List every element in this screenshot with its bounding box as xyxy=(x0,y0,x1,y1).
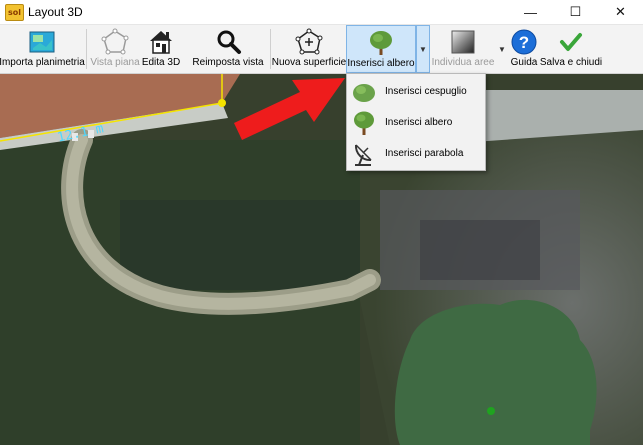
floor-plan-icon xyxy=(29,31,55,53)
import-plan-button[interactable]: Importa planimetria xyxy=(0,25,85,73)
checkmark-icon xyxy=(560,33,582,51)
new-surface-icon xyxy=(295,28,323,55)
plan-view-button[interactable]: Vista piana xyxy=(90,25,140,73)
identify-areas-button[interactable]: Individua aree xyxy=(432,25,494,73)
svg-text:?: ? xyxy=(519,33,529,52)
bush-icon xyxy=(353,83,375,102)
edit-3d-button[interactable]: Edita 3D xyxy=(141,25,181,73)
minimize-button[interactable]: — xyxy=(508,0,553,24)
plan-view-label: Vista piana xyxy=(90,57,140,68)
toolbar: Importa planimetria Vista piana Edita 3D… xyxy=(0,25,643,74)
gradient-area-icon xyxy=(451,30,475,54)
menu-item-label: Inserisci parabola xyxy=(385,148,464,159)
satellite-dish-icon xyxy=(354,143,372,166)
maximize-button[interactable]: ☐ xyxy=(553,0,598,24)
toolbar-separator xyxy=(86,29,87,69)
tree-icon xyxy=(370,31,392,55)
insert-tree-label: Inserisci albero xyxy=(347,58,415,69)
magnifier-icon xyxy=(217,30,241,54)
menu-item-insert-tree[interactable]: Inserisci albero xyxy=(347,107,485,138)
help-icon: ? xyxy=(511,29,537,55)
guide-label: Guida xyxy=(510,57,538,68)
plan-view-icon xyxy=(101,28,129,55)
tree-icon xyxy=(354,111,374,135)
menu-item-label: Inserisci cespuglio xyxy=(385,86,467,97)
menu-item-insert-bush[interactable]: Inserisci cespuglio xyxy=(347,76,485,107)
3d-map-view[interactable]: 12.1 m xyxy=(0,74,643,445)
menu-item-label: Inserisci albero xyxy=(385,117,453,128)
close-button[interactable]: ✕ xyxy=(598,0,643,24)
window-title: Layout 3D xyxy=(28,5,83,19)
menu-item-insert-dish[interactable]: Inserisci parabola xyxy=(347,138,485,169)
house-icon xyxy=(150,31,172,54)
guide-button[interactable]: ? Guida xyxy=(509,25,539,73)
reset-view-button[interactable]: Reimposta vista xyxy=(188,25,268,73)
title-bar: sol Layout 3D — ☐ ✕ xyxy=(0,0,643,25)
insert-tree-button[interactable]: Inserisci albero xyxy=(346,25,416,73)
insert-tree-dropdown-menu: Inserisci cespuglio Inserisci albero Ins… xyxy=(346,73,486,171)
save-close-label: Salva e chiudi xyxy=(539,57,603,68)
import-plan-label: Importa planimetria xyxy=(0,57,85,68)
new-surface-label: Nuova superficie xyxy=(271,57,347,68)
reset-view-label: Reimposta vista xyxy=(192,57,264,68)
save-close-button[interactable]: Salva e chiudi xyxy=(539,25,603,73)
identify-areas-dropdown-arrow[interactable]: ▼ xyxy=(495,25,509,73)
edit-3d-label: Edita 3D xyxy=(141,57,181,68)
app-icon: sol xyxy=(5,4,24,21)
insert-tree-dropdown-arrow[interactable]: ▼ xyxy=(416,25,430,73)
new-surface-button[interactable]: Nuova superficie xyxy=(271,25,347,73)
identify-areas-label: Individua aree xyxy=(431,57,495,68)
